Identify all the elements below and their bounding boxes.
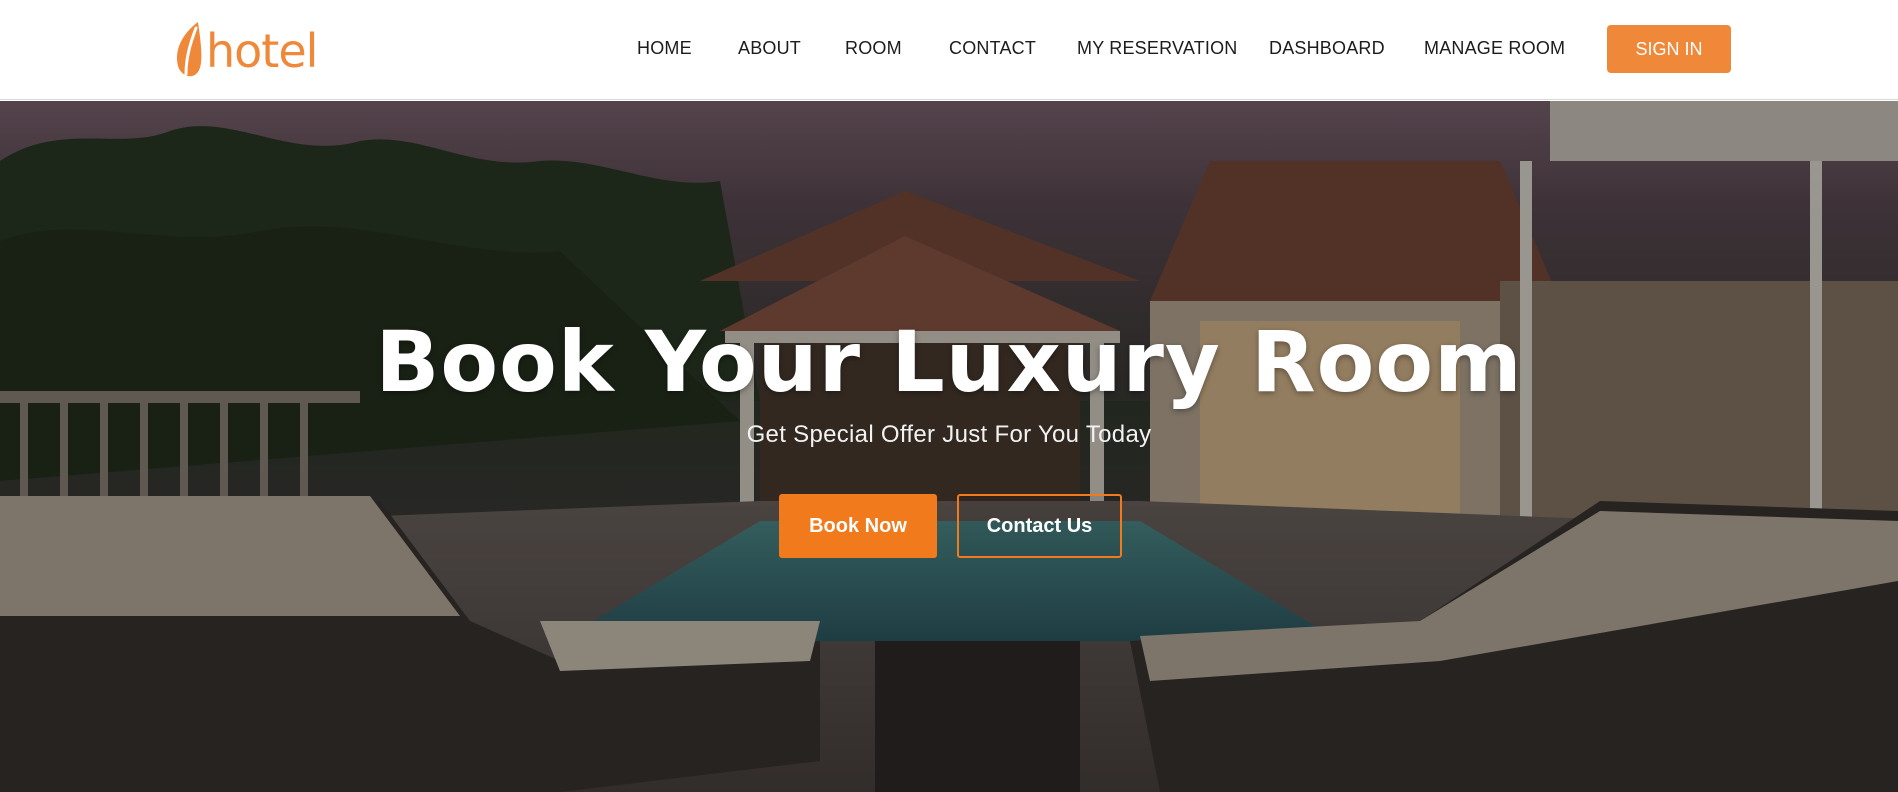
hero-section: Book Your Luxury Room Get Special Offer …	[0, 101, 1898, 792]
nav-dashboard[interactable]: DASHBOARD	[1269, 38, 1385, 59]
nav-about[interactable]: ABOUT	[738, 38, 801, 59]
nav-contact[interactable]: CONTACT	[949, 38, 1036, 59]
nav-manage-room[interactable]: MANAGE ROOM	[1424, 38, 1565, 59]
hero-subtitle: Get Special Offer Just For You Today	[746, 421, 1152, 448]
hero-title: Book Your Luxury Room	[375, 313, 1523, 411]
site-header: hotel HOME ABOUT ROOM CONTACT MY RESERVA…	[0, 0, 1898, 100]
sign-in-button[interactable]: SIGN IN	[1607, 25, 1731, 73]
brand-name: hotel	[206, 24, 318, 78]
brand-logo[interactable]: hotel	[172, 20, 318, 80]
nav-room[interactable]: ROOM	[845, 38, 902, 59]
contact-us-button[interactable]: Contact Us	[957, 494, 1122, 558]
nav-home[interactable]: HOME	[637, 38, 692, 59]
book-now-button[interactable]: Book Now	[779, 494, 937, 558]
nav-my-reservation[interactable]: MY RESERVATION	[1077, 38, 1238, 59]
